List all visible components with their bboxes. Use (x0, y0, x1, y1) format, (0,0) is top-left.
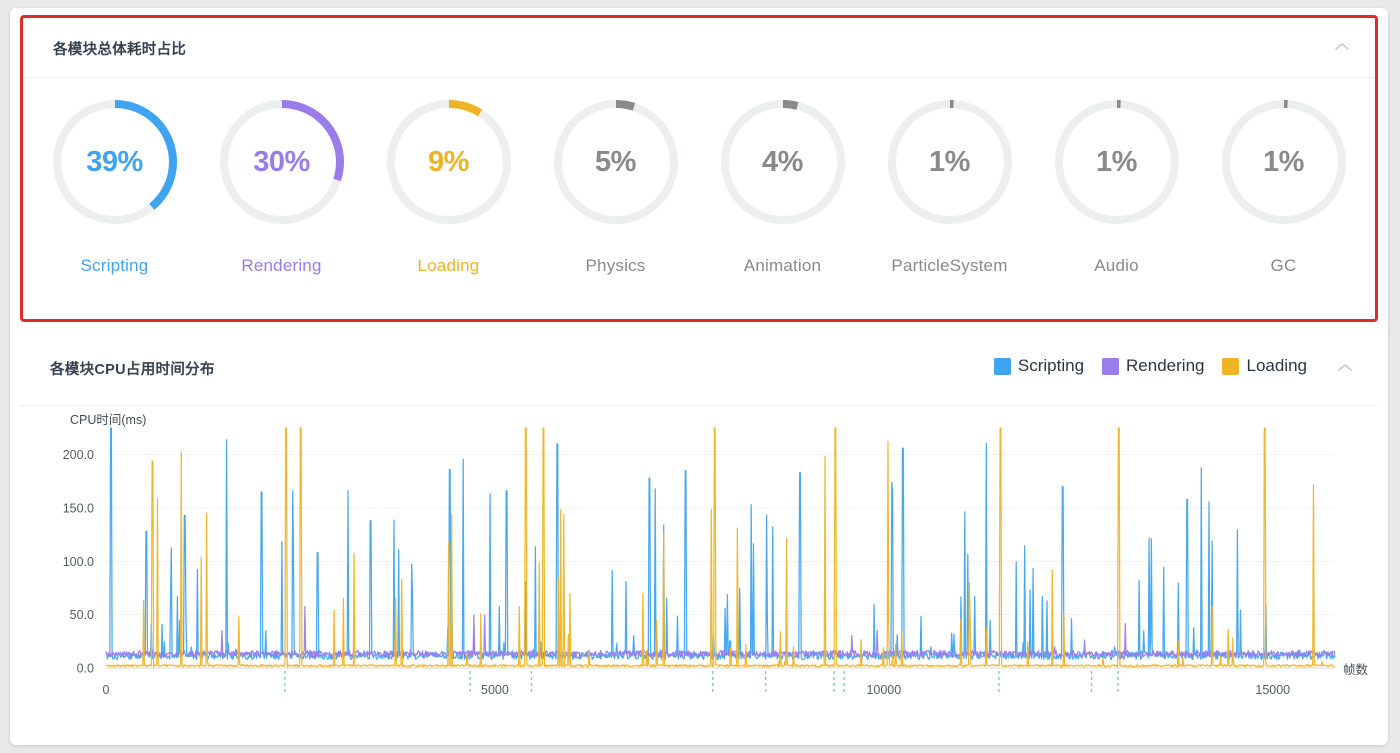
svg-text:15000: 15000 (1255, 683, 1290, 697)
app-root: 各模块总体耗时占比 39% Scripting 30% Rendering 9% Load… (0, 0, 1400, 753)
donut-ring: 5% (546, 92, 686, 232)
legend-item-scripting[interactable]: Scripting (993, 356, 1085, 376)
panel-header: 各模块CPU占用时间分布 Scripting Rendering Loading (20, 330, 1378, 406)
cpu-time-chart[interactable]: 0.0 50.0 100.0 150.0 200.0 CPU时间(ms) 0 5000 1000… (20, 406, 1378, 736)
donut-value: 4% (762, 145, 803, 178)
donut-label: Audio (1094, 256, 1139, 275)
svg-text:200.0: 200.0 (63, 448, 94, 462)
donut-label: Scripting (80, 256, 149, 275)
donut-label: Loading (417, 256, 480, 275)
svg-text:帧数: 帧数 (1343, 662, 1369, 677)
svg-text:50.0: 50.0 (70, 608, 94, 622)
donut-value: 1% (929, 145, 970, 178)
donut-label: Physics (585, 256, 646, 275)
page-title: 各模块CPU占用时间分布 (50, 362, 215, 378)
donut-list: 39% Scripting 30% Rendering 9% Loading 5% Physi… (23, 78, 1375, 318)
donut-loading[interactable]: 9% Loading (365, 92, 532, 318)
donut-rendering[interactable]: 30% Rendering (198, 92, 365, 318)
panel-header: 各模块总体耗时占比 (23, 18, 1375, 78)
donut-ring: 1% (1214, 92, 1354, 232)
legend-label: Rendering (1126, 356, 1205, 375)
donut-audio[interactable]: 1% Audio (1033, 92, 1200, 318)
donut-ring: 9% (379, 92, 519, 232)
svg-text:100.0: 100.0 (63, 555, 94, 569)
donut-scripting[interactable]: 39% Scripting (31, 92, 198, 318)
donut-particlesystem[interactable]: 1% ParticleSystem (866, 92, 1033, 318)
page-title: 各模块总体耗时占比 (53, 42, 187, 58)
legend-swatch-icon (1102, 357, 1120, 375)
profiler-card: 各模块总体耗时占比 39% Scripting 30% Rendering 9% Load… (10, 8, 1388, 745)
chevron-up-icon[interactable] (1336, 361, 1354, 375)
chevron-up-icon[interactable] (1333, 40, 1351, 54)
legend-label: Scripting (1017, 356, 1085, 375)
legend-item-rendering[interactable]: Rendering (1102, 356, 1204, 376)
panel-module-time-share: 各模块总体耗时占比 39% Scripting 30% Rendering 9% Load… (20, 15, 1378, 322)
legend-label: Loading (1246, 356, 1307, 375)
donut-ring: 1% (1047, 92, 1187, 232)
donut-value: 39% (86, 145, 143, 178)
legend-item-loading[interactable]: Loading (1222, 356, 1307, 376)
donut-ring: 39% (45, 92, 185, 232)
svg-text:0.0: 0.0 (77, 662, 94, 676)
donut-value: 30% (253, 145, 310, 178)
donut-value: 1% (1096, 145, 1137, 178)
donut-animation[interactable]: 4% Animation (699, 92, 866, 318)
legend-swatch-icon (993, 357, 1011, 375)
svg-text:5000: 5000 (481, 683, 509, 697)
donut-ring: 1% (880, 92, 1020, 232)
donut-ring: 30% (212, 92, 352, 232)
donut-value: 9% (428, 145, 469, 178)
donut-label: Rendering (241, 256, 322, 275)
donut-gc[interactable]: 1% GC (1200, 92, 1367, 318)
svg-text:150.0: 150.0 (63, 502, 94, 516)
chart-legend: Scripting Rendering Loading (993, 356, 1316, 376)
donut-value: 1% (1263, 145, 1304, 178)
donut-label: Animation (743, 256, 822, 275)
panel-module-cpu-distribution: 各模块CPU占用时间分布 Scripting Rendering Loading 0… (20, 330, 1378, 738)
donut-physics[interactable]: 5% Physics (532, 92, 699, 318)
donut-label: GC (1270, 256, 1297, 275)
donut-ring: 4% (713, 92, 853, 232)
svg-text:0: 0 (103, 683, 110, 697)
svg-text:10000: 10000 (866, 683, 901, 697)
donut-label: ParticleSystem (891, 256, 1008, 275)
donut-value: 5% (595, 145, 636, 178)
legend-swatch-icon (1222, 357, 1240, 375)
svg-text:CPU时间(ms): CPU时间(ms) (70, 413, 146, 427)
